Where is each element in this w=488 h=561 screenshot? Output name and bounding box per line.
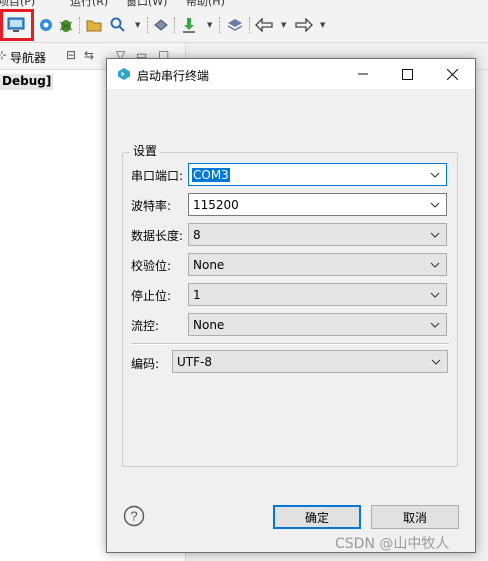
- forward-arrow-icon[interactable]: [295, 16, 313, 34]
- toolbar-separator: [249, 17, 251, 33]
- baud-value: 115200: [193, 197, 239, 212]
- stopbits-value: 1: [193, 287, 201, 302]
- maximize-icon: [402, 68, 413, 80]
- main-toolbar: ▼ ▼ ▼ ▼: [0, 8, 488, 43]
- toolbar-separator: [79, 17, 81, 33]
- flow-select[interactable]: None: [188, 313, 447, 336]
- maximize-button[interactable]: [385, 59, 430, 89]
- close-button[interactable]: [430, 59, 475, 89]
- navigator-title[interactable]: 导航器: [10, 49, 46, 66]
- menu-item-window[interactable]: 窗口(W): [126, 0, 167, 8]
- port-select[interactable]: COM3: [188, 163, 447, 186]
- encoding-label: 编码:: [131, 357, 160, 371]
- databits-label: 数据长度:: [131, 229, 184, 243]
- settings-group-title: 设置: [130, 142, 161, 159]
- open-folder-icon[interactable]: [85, 16, 103, 34]
- search-icon[interactable]: [109, 16, 127, 34]
- toolbar-separator: [219, 17, 221, 33]
- menu-item-help[interactable]: 帮助(H): [186, 0, 225, 8]
- flow-label: 流控:: [131, 319, 160, 333]
- chevron-down-icon[interactable]: ▼: [207, 21, 212, 29]
- debug-bug-icon[interactable]: [57, 16, 75, 34]
- ok-button[interactable]: 确定: [273, 505, 361, 529]
- minimize-button[interactable]: [340, 59, 385, 89]
- dialog-titlebar[interactable]: 启动串行终端: [107, 59, 475, 89]
- baud-select[interactable]: 115200: [188, 193, 447, 216]
- chevron-down-icon[interactable]: [428, 197, 442, 213]
- chevron-down-icon[interactable]: ▼: [320, 21, 325, 29]
- chevron-down-icon[interactable]: ▼: [281, 21, 286, 29]
- encoding-select[interactable]: UTF-8: [172, 350, 448, 373]
- chevron-down-icon[interactable]: [429, 354, 443, 370]
- gear-icon[interactable]: [37, 16, 55, 34]
- cancel-button[interactable]: 取消: [371, 505, 459, 529]
- package-icon[interactable]: [152, 16, 170, 34]
- stopbits-label: 停止位:: [131, 289, 172, 303]
- help-icon[interactable]: ?: [123, 505, 145, 527]
- download-icon[interactable]: [180, 16, 198, 34]
- help-symbol: ?: [130, 509, 137, 524]
- minimize-icon: [357, 73, 368, 75]
- port-value: COM3: [192, 167, 230, 182]
- databits-select[interactable]: 8: [188, 223, 447, 246]
- menu-bar: 项目(P) 运行(R) 窗口(W) 帮助(H): [0, 0, 488, 8]
- link-editor-icon[interactable]: ⇆: [84, 48, 94, 62]
- port-label: 串口端口:: [131, 169, 184, 183]
- ok-button-label: 确定: [304, 510, 329, 525]
- layers-icon[interactable]: [226, 16, 244, 34]
- watermark: CSDN @山中牧人: [335, 536, 450, 552]
- navigator-icon: ⊹: [0, 48, 8, 62]
- collapse-all-icon[interactable]: ⊟: [66, 48, 76, 62]
- tree-item-debug[interactable]: Debug]: [0, 74, 54, 90]
- baud-label: 波特率:: [131, 199, 172, 213]
- chevron-down-icon[interactable]: ▼: [135, 21, 140, 29]
- toolbar-separator: [174, 17, 176, 33]
- red-highlight-box: [0, 9, 34, 41]
- serial-terminal-dialog: 启动串行终端 设置 串口端口: COM3 波特率: 115200 数据长度: 8…: [106, 58, 476, 553]
- dialog-title: 启动串行终端: [137, 69, 210, 83]
- chevron-down-icon[interactable]: [428, 167, 442, 183]
- parity-select[interactable]: None: [188, 253, 447, 276]
- flow-value: None: [193, 317, 225, 332]
- stopbits-select[interactable]: 1: [188, 283, 447, 306]
- menu-item-project[interactable]: 项目(P): [0, 0, 35, 8]
- back-arrow-icon[interactable]: [255, 16, 273, 34]
- close-icon: [447, 68, 458, 80]
- cancel-button-label: 取消: [402, 510, 427, 525]
- chevron-down-icon[interactable]: [428, 317, 442, 333]
- encoding-value: UTF-8: [177, 354, 212, 369]
- divider: [131, 343, 449, 345]
- chevron-down-icon[interactable]: [428, 227, 442, 243]
- chevron-down-icon[interactable]: [428, 257, 442, 273]
- menu-item-run[interactable]: 运行(R): [70, 0, 108, 8]
- parity-value: None: [193, 257, 225, 272]
- app-icon: [118, 68, 130, 80]
- toolbar-separator: [147, 17, 149, 33]
- databits-value: 8: [193, 227, 201, 242]
- chevron-down-icon[interactable]: [428, 287, 442, 303]
- parity-label: 校验位:: [131, 259, 172, 273]
